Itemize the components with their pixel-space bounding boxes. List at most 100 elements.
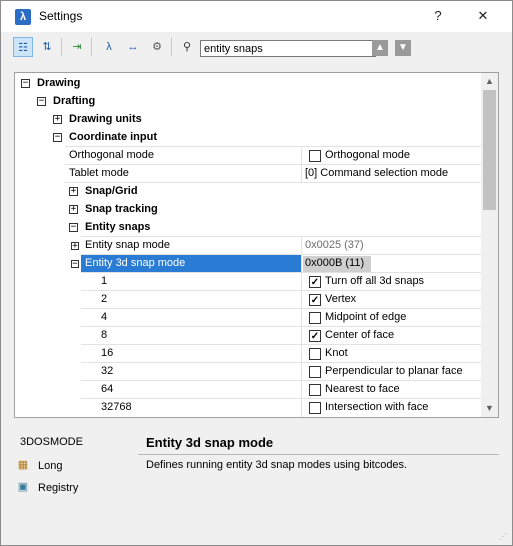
property-value[interactable]: [0] Command selection mode [305,167,448,179]
bit-value: 1 [101,275,108,287]
property-entity-snap-mode[interactable]: + Entity snap mode 0x0025 (37) [15,237,482,255]
bit-label: Vertex [325,293,357,305]
collapse-icon[interactable]: − [21,79,30,88]
tree-scrollbar[interactable]: ▲ ▼ [481,73,498,417]
collapse-icon[interactable]: − [69,223,78,232]
search-previous-button[interactable]: ▲ [372,40,388,56]
tree-node-coordinate-input[interactable]: − Coordinate input [15,129,482,147]
description-divider [138,454,499,455]
property-name: Entity 3d snap mode [85,257,186,269]
dimension-settings-icon[interactable]: ↔ [123,37,143,57]
bit-label: Midpoint of edge [325,311,407,323]
registry-icon: ▣ [17,481,29,493]
tree-node-entity-snaps[interactable]: − Entity snaps [15,219,482,237]
property-value[interactable]: 0x000B (11) [305,257,364,269]
search-next-button[interactable]: ▼ [395,40,411,56]
scroll-down-icon[interactable]: ▼ [481,400,498,417]
bit-row[interactable]: 32 Perpendicular to planar face [15,363,482,381]
bit-value: 64 [101,383,114,395]
bit-row[interactable]: 16 Knot [15,345,482,363]
node-label: Coordinate input [69,131,157,143]
bit-checkbox[interactable] [309,402,321,414]
property-orthogonal-mode[interactable]: Orthogonal mode Orthogonal mode [15,147,482,165]
node-label: Snap/Grid [85,185,138,197]
variable-type: Long [38,460,63,472]
tree-node-drafting[interactable]: − Drafting [15,93,482,111]
search-input[interactable] [200,40,376,57]
bit-value: 32 [101,365,114,377]
resize-grip-icon[interactable]: ⋰ [499,532,509,542]
bit-row[interactable]: 32768 Intersection with face [15,399,482,417]
bit-value: 32768 [101,401,132,413]
scroll-up-icon[interactable]: ▲ [481,73,498,90]
bit-value: 2 [101,293,108,305]
tree-node-snap-grid[interactable]: + Snap/Grid [15,183,482,201]
window-title: Settings [39,9,83,23]
bit-label: Center of face [325,329,395,341]
bit-checkbox[interactable] [309,348,321,360]
app-icon: λ [15,9,31,25]
expand-icon[interactable]: + [53,115,62,124]
bit-value: 4 [101,311,108,323]
bit-row[interactable]: 8 ✓ Center of face [15,327,482,345]
bit-value: 16 [101,347,114,359]
toolbar-separator [91,38,92,56]
bit-row[interactable]: 4 Midpoint of edge [15,309,482,327]
description-panel: Entity 3d snap mode Defines running enti… [138,429,499,519]
expand-icon[interactable]: + [71,242,79,251]
bit-checkbox[interactable] [309,312,321,324]
scroll-thumb[interactable] [483,90,496,210]
grid-line [301,146,302,183]
bit-checkbox[interactable]: ✓ [309,330,321,342]
bit-checkbox[interactable] [309,366,321,378]
orthogonal-mode-checkbox[interactable] [309,150,321,162]
expand-icon[interactable]: + [69,205,78,214]
collapse-icon[interactable]: − [53,133,62,142]
system-settings-icon[interactable]: ⚙ [147,37,167,57]
property-tablet-mode[interactable]: Tablet mode [0] Command selection mode [15,165,482,183]
bit-label: Nearest to face [325,383,400,395]
bit-row[interactable]: 64 Nearest to face [15,381,482,399]
bit-row[interactable]: 2 ✓ Vertex [15,291,482,309]
grid-line [301,236,302,417]
binoculars-icon: ⚲ [182,41,192,53]
toolbar-separator [171,38,172,56]
variable-storage: Registry [38,482,79,494]
bit-checkbox[interactable] [309,384,321,396]
bit-value: 8 [101,329,108,341]
tree-node-drawing-units[interactable]: + Drawing units [15,111,482,129]
settings-window: λ Settings ? ✕ ☷ ⇅ ⇥ λ ↔ ⚙ ⚲ ▲ ▼ − Drawi… [0,0,513,546]
bit-label: Intersection with face [325,401,429,413]
description-text: Defines running entity 3d snap modes usi… [146,459,408,471]
variable-info: 3DOSMODE ▦ Long ▣ Registry [14,429,134,519]
toolbar-separator [61,38,62,56]
node-label: Drawing [37,77,81,89]
description-title: Entity 3d snap mode [146,435,274,450]
bit-label: Perpendicular to planar face [325,365,463,377]
bit-checkbox[interactable]: ✓ [309,276,321,288]
settings-tree: − Drawing − Drafting + Drawing units − C… [14,72,499,418]
property-entity-3d-snap-mode[interactable]: − Entity 3d snap mode 0x000B (11) [15,255,482,273]
bit-row[interactable]: 1 ✓ Turn off all 3d snaps [15,273,482,291]
toolbar: ☷ ⇅ ⇥ λ ↔ ⚙ ⚲ ▲ ▼ [9,35,506,61]
drawing-settings-icon[interactable]: λ [99,37,119,57]
type-icon: ▦ [17,459,29,471]
bit-checkbox[interactable]: ✓ [309,294,321,306]
tree-node-drawing[interactable]: − Drawing [15,75,482,93]
help-button[interactable]: ? [421,3,455,29]
expand-icon[interactable]: + [69,187,78,196]
node-label: Entity snaps [85,221,151,233]
collapse-icon[interactable]: − [37,97,46,106]
export-icon[interactable]: ⇥ [67,37,87,57]
tree-node-snap-tracking[interactable]: + Snap tracking [15,201,482,219]
close-button[interactable]: ✕ [466,3,500,29]
node-label: Drafting [53,95,96,107]
variable-name: 3DOSMODE [20,436,83,448]
bit-label: Knot [325,347,348,359]
collapse-icon[interactable]: − [71,260,79,269]
property-name: Orthogonal mode [69,149,154,161]
alphabetic-view-icon[interactable]: ⇅ [37,37,57,57]
property-name: Entity snap mode [85,239,170,251]
property-name: Tablet mode [69,167,129,179]
categorized-view-icon[interactable]: ☷ [13,37,33,57]
